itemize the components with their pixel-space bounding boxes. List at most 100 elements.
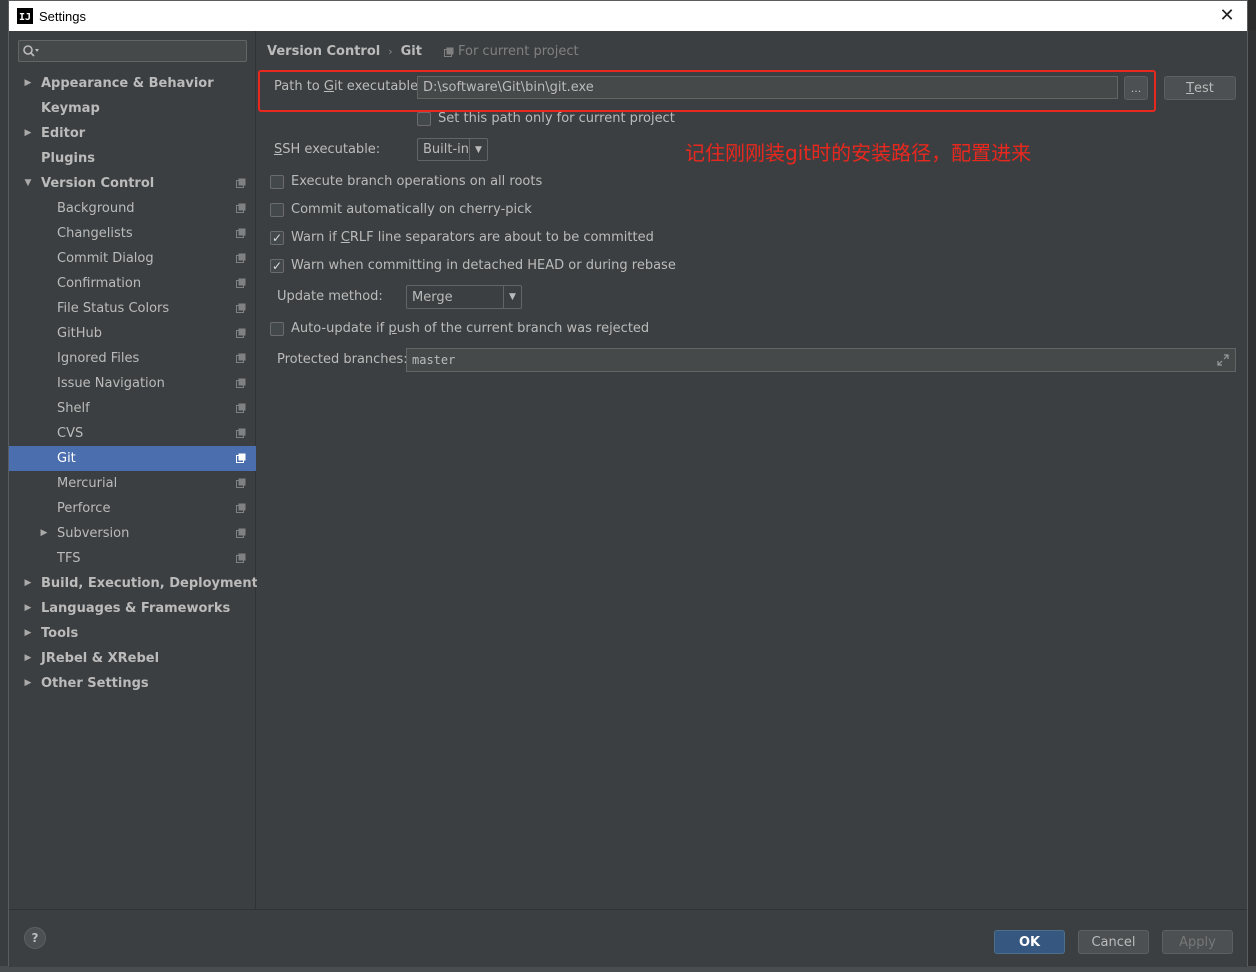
intellij-app-icon: IJ (17, 8, 33, 24)
chevron-down-icon: ▼ (469, 139, 487, 160)
chevron-right-icon[interactable]: ▶ (23, 671, 33, 696)
sidebar-item-label: Commit Dialog (57, 251, 154, 266)
window-title: Settings (39, 8, 86, 24)
settings-search-input[interactable] (18, 40, 247, 62)
sidebar-item-tfs[interactable]: TFS (9, 546, 256, 571)
sidebar-item-label: Editor (41, 126, 86, 141)
settings-dialog: IJ Settings ✕ ▶ Appearance & Behavior Keym… (8, 0, 1248, 967)
project-scope-icon (236, 478, 246, 488)
chevron-right-icon[interactable]: ▶ (23, 621, 33, 646)
sidebar-item-confirmation[interactable]: Confirmation (9, 271, 256, 296)
test-button[interactable]: Test (1164, 76, 1236, 100)
sidebar-item-label: Plugins (41, 151, 95, 166)
commit-cherry-pick-checkbox[interactable]: Commit automatically on cherry-pick (270, 202, 532, 217)
expand-icon[interactable] (1217, 354, 1229, 366)
checkbox-box[interactable] (417, 111, 431, 126)
checkbox-box[interactable] (270, 321, 284, 336)
warn-crlf-checkbox[interactable]: ✓ Warn if CRLF line separators are about… (270, 230, 654, 245)
sidebar-item-build-execution-deployment[interactable]: ▶ Build, Execution, Deployment (9, 571, 258, 596)
chevron-right-icon[interactable]: ▶ (23, 571, 33, 596)
git-path-input[interactable]: D:\software\Git\bin\git.exe (417, 76, 1118, 99)
protected-branches-label: Protected branches: (277, 352, 408, 367)
checkbox-box[interactable] (270, 202, 284, 217)
ok-button[interactable]: OK (994, 930, 1065, 954)
browse-button[interactable]: ... (1124, 76, 1148, 100)
close-icon[interactable]: ✕ (1217, 6, 1237, 26)
ssh-executable-select[interactable]: Built-in ▼ (417, 138, 488, 161)
sidebar-item-background[interactable]: Background (9, 196, 256, 221)
path-to-git-label: Path to Git executable: (274, 79, 423, 94)
sidebar-item-label: Shelf (57, 401, 90, 416)
project-scope-icon (236, 178, 246, 188)
ssh-executable-value: Built-in (423, 142, 470, 157)
sidebar-item-label: Changelists (57, 226, 133, 241)
cancel-button[interactable]: Cancel (1078, 930, 1149, 954)
protected-branches-input[interactable]: master (406, 348, 1236, 372)
project-scope-icon (236, 228, 246, 238)
chevron-right-icon[interactable]: ▶ (39, 521, 49, 546)
project-scope-icon (236, 253, 246, 263)
git-settings-panel: Version Control › Git For current projec… (257, 31, 1247, 909)
sidebar-item-appearance-and-behavior[interactable]: ▶ Appearance & Behavior (9, 71, 256, 96)
project-scope-icon (443, 47, 454, 57)
auto-update-checkbox[interactable]: Auto-update if push of the current branc… (270, 321, 649, 336)
sidebar-item-file-status-colors[interactable]: File Status Colors (9, 296, 256, 321)
title-bar[interactable]: IJ Settings ✕ (9, 1, 1247, 31)
project-scope-label: For current project (443, 44, 579, 59)
project-scope-icon (236, 303, 246, 313)
chevron-right-icon[interactable]: ▶ (23, 121, 33, 146)
sidebar-item-perforce[interactable]: Perforce (9, 496, 256, 521)
project-scope-icon (236, 353, 246, 363)
sidebar-item-github[interactable]: GitHub (9, 321, 256, 346)
search-icon (23, 45, 39, 57)
project-scope-text: For current project (457, 44, 579, 59)
chevron-right-icon[interactable]: ▶ (23, 71, 33, 96)
project-scope-icon (236, 203, 246, 213)
sidebar-item-issue-navigation[interactable]: Issue Navigation (9, 371, 256, 396)
execute-branch-all-roots-checkbox[interactable]: Execute branch operations on all roots (270, 174, 542, 189)
sidebar-item-tools[interactable]: ▶ Tools (9, 621, 256, 646)
chevron-right-icon[interactable]: ▶ (23, 596, 33, 621)
breadcrumb-version-control[interactable]: Version Control (267, 44, 380, 59)
sidebar-item-editor[interactable]: ▶ Editor (9, 121, 256, 146)
sidebar-item-ignored-files[interactable]: Ignored Files (9, 346, 256, 371)
project-scope-icon (236, 528, 246, 538)
sidebar-item-commit-dialog[interactable]: Commit Dialog (9, 246, 256, 271)
checkmark-icon[interactable]: ✓ (270, 230, 284, 245)
sidebar-item-languages-and-frameworks[interactable]: ▶ Languages & Frameworks (9, 596, 256, 621)
sidebar-item-changelists[interactable]: Changelists (9, 221, 256, 246)
update-method-value: Merge (412, 289, 453, 305)
sidebar-item-label: Languages & Frameworks (41, 601, 231, 616)
help-button[interactable]: ? (24, 927, 46, 949)
sidebar-item-jrebel-and-xrebel[interactable]: ▶ JRebel & XRebel (9, 646, 256, 671)
sidebar-item-subversion[interactable]: ▶ Subversion (9, 521, 256, 546)
chevron-down-icon[interactable]: ▼ (23, 171, 33, 196)
update-method-select[interactable]: Merge ▼ (406, 285, 522, 309)
chevron-right-icon[interactable]: ▶ (23, 646, 33, 671)
checkbox-label: Execute branch operations on all roots (291, 174, 543, 189)
checkbox-box[interactable] (270, 174, 284, 189)
sidebar-item-other-settings[interactable]: ▶ Other Settings (9, 671, 256, 696)
sidebar-item-version-control[interactable]: ▼ Version Control (9, 171, 256, 196)
sidebar-item-git[interactable]: Git (9, 446, 256, 471)
sidebar-item-label: Git (57, 451, 76, 466)
sidebar-item-shelf[interactable]: Shelf (9, 396, 256, 421)
project-scope-icon (236, 503, 246, 513)
sidebar-item-mercurial[interactable]: Mercurial (9, 471, 256, 496)
sidebar-item-keymap[interactable]: Keymap (9, 96, 256, 121)
sidebar-item-plugins[interactable]: Plugins (9, 146, 256, 171)
project-scope-icon (236, 453, 246, 463)
dialog-footer: ? OK Cancel Apply (9, 909, 1247, 967)
sidebar-item-label: Perforce (57, 501, 111, 516)
protected-branches-value: master (412, 353, 456, 367)
current-project-only-checkbox[interactable]: Set this path only for current project (417, 111, 675, 126)
sidebar-item-cvs[interactable]: CVS (9, 421, 256, 446)
annotation-note: 记住刚刚装git时的安装路径，配置进来 (685, 141, 1032, 165)
sidebar-item-label: Tools (41, 626, 79, 641)
checkbox-label: Set this path only for current project (438, 111, 675, 126)
checkmark-icon[interactable]: ✓ (270, 258, 284, 273)
sidebar-item-label: JRebel & XRebel (41, 651, 160, 666)
apply-button[interactable]: Apply (1162, 930, 1233, 954)
project-scope-icon (236, 378, 246, 388)
warn-detached-head-checkbox[interactable]: ✓ Warn when committing in detached HEAD … (270, 258, 676, 273)
